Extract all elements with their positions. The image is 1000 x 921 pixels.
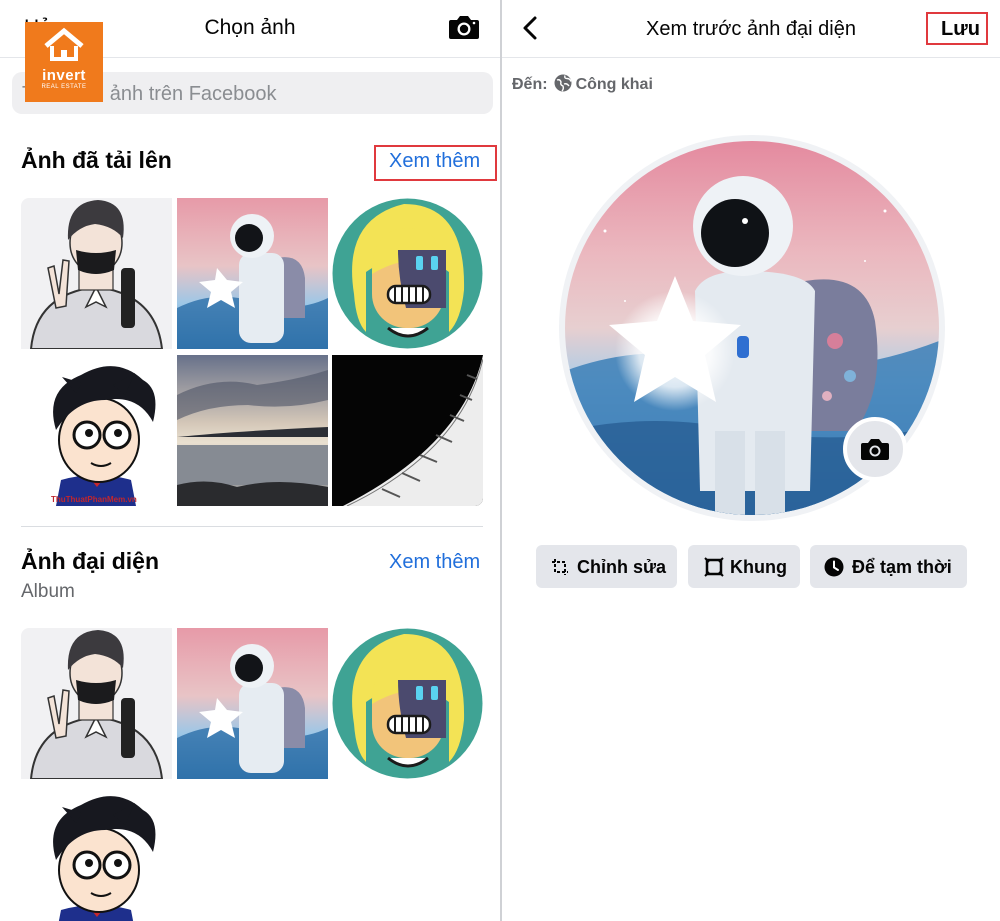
album-subtitle: Album bbox=[21, 581, 75, 602]
edit-button[interactable]: Chỉnh sửa bbox=[536, 545, 677, 588]
uploaded-see-more-link[interactable]: Xem thêm bbox=[389, 150, 480, 173]
invert-logo: invert REAL ESTATE bbox=[25, 22, 103, 102]
camera-icon[interactable] bbox=[448, 12, 480, 42]
watermark-text: ThuThuatPhanMem.vn bbox=[51, 495, 137, 504]
temporary-button[interactable]: Để tạm thời bbox=[810, 545, 967, 588]
photo-thumb-architecture[interactable] bbox=[332, 355, 483, 506]
frame-icon bbox=[704, 557, 724, 577]
camera-icon bbox=[861, 439, 889, 460]
frame-label: Khung bbox=[730, 557, 787, 577]
album-thumb-astronaut[interactable] bbox=[177, 628, 328, 779]
preview-header: Xem trước ảnh đại diện Lưu bbox=[502, 0, 1000, 58]
section-divider bbox=[21, 526, 483, 527]
photo-thumb-boy[interactable] bbox=[21, 198, 172, 349]
frame-button[interactable]: Khung bbox=[688, 545, 800, 588]
album-thumb-conan[interactable] bbox=[21, 785, 172, 921]
preview-profile-panel: Xem trước ảnh đại diện Lưu Đến: Công khai bbox=[502, 0, 1000, 921]
profile-see-more-link[interactable]: Xem thêm bbox=[389, 551, 480, 574]
photo-thumb-sea-sunset[interactable] bbox=[177, 355, 328, 506]
temporary-label: Để tạm thời bbox=[852, 557, 952, 577]
album-thumb-cartoon-girl[interactable] bbox=[332, 628, 483, 779]
audience-row[interactable]: Đến: Công khai bbox=[512, 74, 653, 94]
edit-label: Chỉnh sửa bbox=[577, 557, 667, 577]
album-thumb-boy[interactable] bbox=[21, 628, 172, 779]
audience-value: Công khai bbox=[575, 76, 653, 93]
globe-icon bbox=[554, 74, 572, 92]
photo-thumb-cartoon-girl[interactable] bbox=[332, 198, 483, 349]
choose-photo-panel: Hủy Chọn ảnh invert REAL ESTATE Tìm kiếm… bbox=[0, 0, 500, 921]
audience-prefix: Đến: bbox=[512, 76, 548, 93]
crop-icon bbox=[550, 557, 570, 577]
change-photo-camera-button[interactable] bbox=[843, 417, 907, 481]
uploaded-photos-title: Ảnh đã tải lên bbox=[21, 147, 172, 173]
photo-thumb-astronaut[interactable] bbox=[177, 198, 328, 349]
clock-icon bbox=[824, 557, 844, 577]
photo-thumb-conan[interactable]: ThuThuatPhanMem.vn bbox=[21, 355, 172, 506]
profile-album-title: Ảnh đại diện bbox=[21, 548, 159, 574]
save-button[interactable]: Lưu bbox=[941, 18, 980, 41]
